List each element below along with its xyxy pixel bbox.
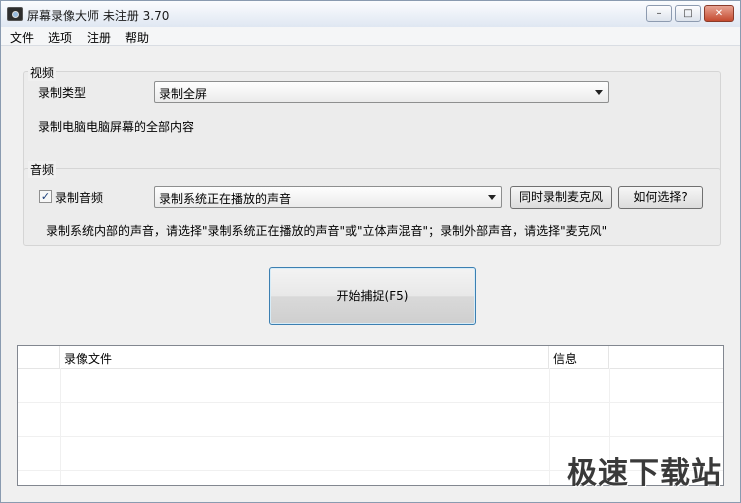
table-row[interactable] [18, 369, 723, 403]
checkmark-icon: ✓ [40, 190, 51, 203]
maximize-button[interactable]: □ [675, 5, 701, 22]
how-to-choose-button[interactable]: 如何选择? [618, 186, 703, 209]
column-header-info[interactable]: 信息 [549, 346, 609, 368]
audio-source-value: 录制系统正在播放的声音 [159, 192, 292, 206]
column-header-index[interactable] [18, 346, 60, 368]
maximize-icon: □ [683, 8, 693, 19]
menu-bar: 文件 选项 注册 帮助 [1, 27, 740, 46]
record-audio-label[interactable]: 录制音频 [55, 189, 103, 206]
record-type-label: 录制类型 [38, 86, 87, 100]
start-capture-button[interactable]: 开始捕捉(F5) [269, 267, 476, 325]
menu-help[interactable]: 帮助 [125, 29, 149, 46]
title-bar[interactable]: 屏幕录像大师 未注册 3.70 – □ ✕ [1, 1, 740, 28]
table-row[interactable] [18, 403, 723, 437]
record-mic-button[interactable]: 同时录制麦克风 [510, 186, 612, 209]
record-type-value: 录制全屏 [159, 87, 208, 101]
window-controls: – □ ✕ [646, 5, 734, 22]
close-icon: ✕ [714, 8, 724, 19]
column-header-file[interactable]: 录像文件 [60, 346, 549, 368]
camera-icon [7, 7, 23, 21]
minimize-button[interactable]: – [646, 5, 672, 22]
app-window: 屏幕录像大师 未注册 3.70 – □ ✕ 文件 选项 注册 帮助 视频 录制类… [0, 0, 741, 503]
close-button[interactable]: ✕ [704, 5, 734, 22]
video-group-title: 视频 [28, 64, 57, 81]
audio-source-select[interactable]: 录制系统正在播放的声音 [154, 186, 502, 208]
audio-hint: 录制系统内部的声音，请选择"录制系统正在播放的声音"或"立体声混音"；录制外部声… [46, 224, 608, 238]
minimize-icon: – [656, 8, 662, 19]
record-audio-checkbox[interactable]: ✓ [39, 190, 52, 203]
record-type-select[interactable]: 录制全屏 [154, 81, 609, 103]
window-title: 屏幕录像大师 未注册 3.70 [27, 9, 170, 23]
column-divider [549, 368, 550, 485]
column-divider [60, 368, 61, 485]
record-type-description: 录制电脑电脑屏幕的全部内容 [38, 120, 195, 134]
table-header: 录像文件 信息 [18, 346, 723, 369]
menu-register[interactable]: 注册 [87, 29, 111, 46]
menu-options[interactable]: 选项 [48, 29, 72, 46]
menu-file[interactable]: 文件 [10, 29, 34, 46]
column-header-extra[interactable] [609, 346, 723, 368]
watermark: 极速下载站 [567, 456, 722, 491]
chevron-down-icon [595, 90, 603, 95]
chevron-down-icon [488, 195, 496, 200]
audio-group-title: 音频 [28, 161, 57, 178]
